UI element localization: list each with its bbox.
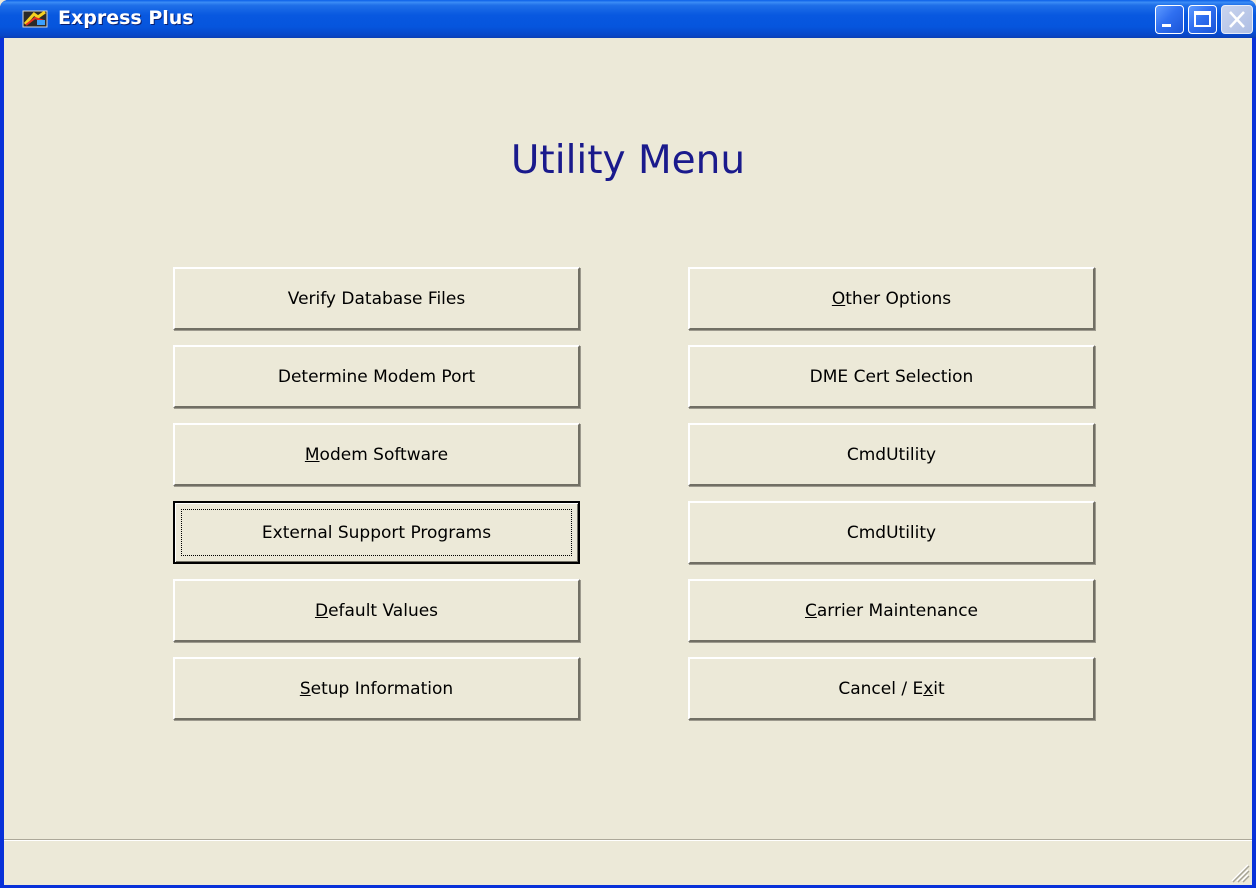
- maximize-icon: [1194, 11, 1211, 27]
- other-options-button[interactable]: Other Options: [688, 267, 1095, 330]
- button-label: Carrier Maintenance: [804, 600, 979, 621]
- button-label: Verify Database Files: [287, 288, 466, 309]
- client-area: Utility Menu Verify Database Files Determ…: [4, 38, 1252, 885]
- cmdutility-button[interactable]: CmdUtility: [688, 423, 1095, 486]
- button-label: External Support Programs: [261, 522, 492, 543]
- button-label: CmdUtility: [846, 522, 937, 543]
- minimize-icon: [1162, 24, 1171, 27]
- setup-information-button[interactable]: Setup Information: [173, 657, 580, 720]
- button-label: Determine Modem Port: [277, 366, 476, 387]
- dme-cert-selection-button[interactable]: DME Cert Selection: [688, 345, 1095, 408]
- accelerator-key: M: [304, 444, 320, 465]
- accelerator-key: S: [299, 678, 311, 699]
- close-button[interactable]: [1221, 5, 1253, 34]
- default-values-button[interactable]: Default Values: [173, 579, 580, 642]
- button-label: Setup Information: [299, 678, 454, 699]
- button-label: Modem Software: [304, 444, 449, 465]
- cmdutility-button[interactable]: CmdUtility: [688, 501, 1095, 564]
- title-bar[interactable]: Express Plus: [0, 0, 1256, 38]
- button-label: Other Options: [831, 288, 952, 309]
- app-window: Express Plus Utility Menu Verify Databas…: [0, 0, 1256, 888]
- button-label: Default Values: [314, 600, 439, 621]
- modem-software-button[interactable]: Modem Software: [173, 423, 580, 486]
- maximize-button[interactable]: [1188, 5, 1217, 34]
- accelerator-key: O: [831, 288, 846, 309]
- verify-database-files-button[interactable]: Verify Database Files: [173, 267, 580, 330]
- resize-grip-icon[interactable]: [1228, 861, 1250, 883]
- external-support-programs-button[interactable]: External Support Programs: [173, 501, 580, 564]
- accelerator-key: D: [314, 600, 329, 621]
- cancel-exit-button[interactable]: Cancel / Exit: [688, 657, 1095, 720]
- accelerator-key: C: [804, 600, 817, 621]
- status-bar: [4, 839, 1252, 885]
- button-label: DME Cert Selection: [809, 366, 974, 387]
- carrier-maintenance-button[interactable]: Carrier Maintenance: [688, 579, 1095, 642]
- minimize-button[interactable]: [1155, 5, 1184, 34]
- express-plus-app-icon: [22, 10, 48, 28]
- window-title: Express Plus: [58, 7, 194, 29]
- close-icon: [1229, 11, 1245, 28]
- page-title: Utility Menu: [510, 138, 746, 183]
- accelerator-key: x: [923, 678, 934, 699]
- button-label: CmdUtility: [846, 444, 937, 465]
- button-label: Cancel / Exit: [838, 678, 945, 699]
- determine-modem-port-button[interactable]: Determine Modem Port: [173, 345, 580, 408]
